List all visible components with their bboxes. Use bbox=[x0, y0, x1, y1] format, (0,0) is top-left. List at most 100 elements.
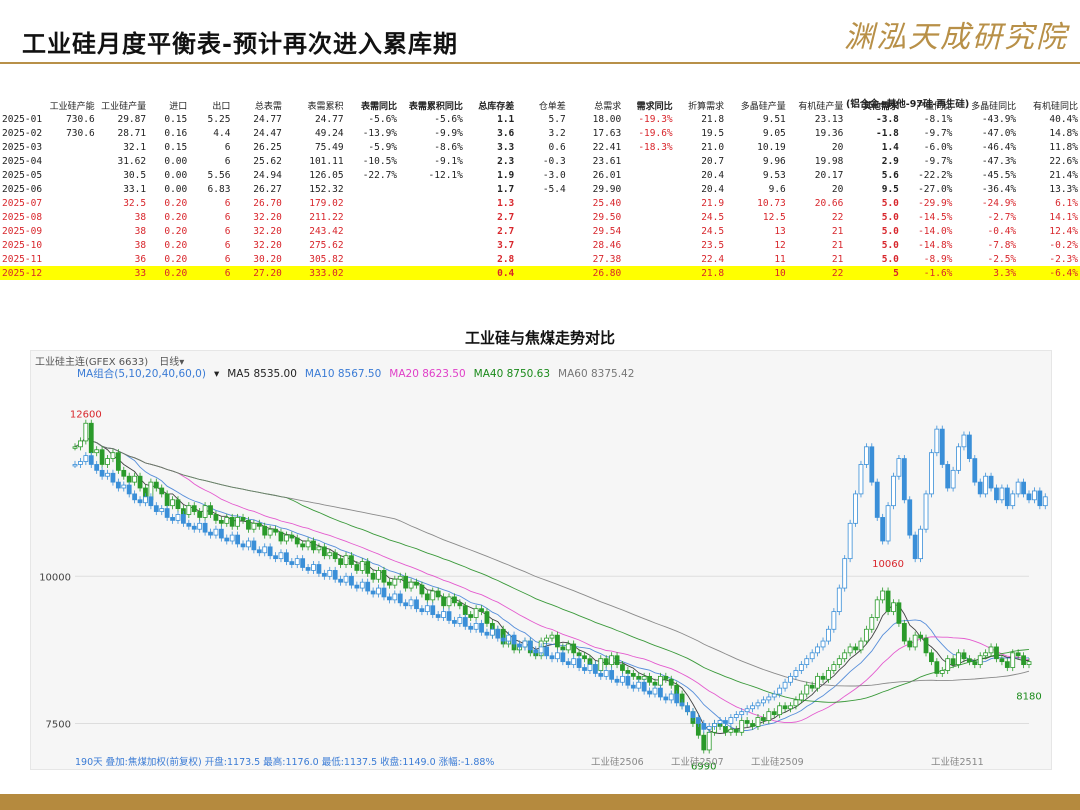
candle-body bbox=[278, 531, 284, 542]
table-cell: 13 bbox=[774, 225, 786, 237]
table-cell: 275.62 bbox=[309, 239, 344, 251]
candle-body bbox=[159, 487, 165, 495]
table-cell: 211.22 bbox=[309, 211, 344, 223]
candle-body bbox=[771, 711, 777, 716]
candle-body bbox=[419, 584, 425, 595]
table-cell: 5.25 bbox=[207, 113, 231, 125]
candle-body bbox=[132, 475, 138, 483]
header-rule bbox=[0, 62, 1080, 64]
table-cell: 5.0 bbox=[881, 239, 899, 251]
table-cell: 24.77 bbox=[253, 113, 282, 125]
candle-body bbox=[966, 658, 972, 663]
table-row: 2025-10 38 0.20 6 32.20 275.62 3.7 28.46 23.5 12 2… bbox=[0, 238, 1080, 252]
table-cell bbox=[623, 224, 674, 238]
table-cell: 5.0 bbox=[881, 253, 899, 265]
candle-body bbox=[1010, 652, 1016, 668]
chart-panel[interactable]: 10000 7500 12600 10060 6990 8180 190天 叠加:焦煤加权(… bbox=[30, 350, 1053, 771]
candle-body bbox=[760, 717, 766, 721]
candle-body bbox=[479, 608, 484, 613]
col-header: 工业硅产量 bbox=[101, 102, 147, 112]
candle-body bbox=[153, 481, 159, 489]
table-cell: -3.8 bbox=[876, 113, 899, 125]
candle-body bbox=[863, 628, 869, 642]
candle-body bbox=[1037, 490, 1043, 507]
chevron-down-icon: ▾ bbox=[213, 368, 220, 380]
table-cell: -2.7% bbox=[987, 211, 1017, 223]
table-cell: 3.6 bbox=[497, 127, 515, 139]
y-tick-label: 10000 bbox=[39, 572, 71, 583]
candle-body bbox=[614, 678, 620, 683]
ma-group-label[interactable]: MA组合(5,10,20,40,60,0) bbox=[77, 368, 206, 380]
table-cell bbox=[346, 252, 399, 266]
table-cell: 126.05 bbox=[309, 169, 344, 181]
table-cell: -10.5% bbox=[362, 155, 398, 167]
candle-body bbox=[143, 496, 148, 504]
price-chart-svg[interactable]: 100007500126001006069908180190天 叠加:焦煤加权(… bbox=[31, 351, 1053, 771]
candle-body bbox=[874, 481, 880, 518]
candle-body bbox=[977, 655, 983, 665]
candle-body bbox=[1026, 661, 1032, 665]
table-cell: 2.8 bbox=[497, 253, 515, 265]
table-cell: -29.9% bbox=[918, 197, 953, 209]
candle-body bbox=[316, 546, 322, 551]
table-cell: 0.6 bbox=[548, 141, 566, 153]
table-cell: 10 bbox=[726, 266, 788, 280]
candle-body bbox=[273, 528, 278, 533]
candle-body bbox=[598, 673, 604, 677]
table-cell: 6 bbox=[224, 211, 231, 223]
table-cell: 5.7 bbox=[548, 113, 566, 125]
table-cell: -8.9% bbox=[923, 253, 953, 265]
candle-body bbox=[88, 455, 94, 465]
table-cell bbox=[399, 210, 465, 224]
table-cell: -46.4% bbox=[981, 141, 1017, 153]
ma-legend-item: MA5 8535.00 bbox=[227, 368, 297, 380]
candle-body bbox=[408, 599, 414, 607]
candle-body bbox=[316, 564, 322, 574]
col-header: 多晶硅产量 bbox=[740, 102, 786, 112]
candle-body bbox=[663, 675, 669, 680]
table-cell: 24.47 bbox=[253, 127, 282, 139]
chart-footer-info: 190天 叠加:焦煤加权(前复权) 开盘:1173.5 最高:1176.0 最低… bbox=[75, 756, 494, 768]
table-cell: 6 bbox=[224, 197, 231, 209]
candle-body bbox=[592, 664, 598, 674]
candle-body bbox=[294, 537, 300, 545]
table-cell: 19.36 bbox=[814, 127, 844, 139]
ma-line bbox=[74, 436, 1029, 734]
candle-body bbox=[246, 540, 251, 548]
table-cell: 21 bbox=[831, 239, 844, 251]
candle-body bbox=[701, 723, 707, 730]
footer-bar bbox=[0, 794, 1080, 810]
table-cell: 24.5 bbox=[701, 211, 725, 223]
table-cell bbox=[623, 154, 674, 168]
table-cell: 2025-06 bbox=[2, 183, 43, 195]
candle-body bbox=[999, 487, 1005, 501]
table-cell bbox=[516, 266, 568, 280]
table-cell: 2.3 bbox=[497, 155, 515, 167]
table-cell: -5.6% bbox=[368, 113, 398, 125]
candle-body bbox=[582, 667, 587, 671]
chart-title: 工业硅与焦煤走势对比 bbox=[464, 329, 615, 347]
table-cell: 730.6 bbox=[66, 113, 95, 125]
col-header: 表需累积同比 bbox=[408, 102, 463, 112]
candle-body bbox=[354, 564, 360, 571]
candle-body bbox=[403, 602, 409, 607]
table-cell: -9.9% bbox=[434, 127, 463, 139]
table-cell: -14.0% bbox=[918, 225, 953, 237]
candle-body bbox=[262, 525, 268, 536]
candle-body bbox=[874, 599, 880, 618]
candle-body bbox=[468, 625, 474, 630]
col-header: 总表需 bbox=[254, 102, 282, 112]
candle-body bbox=[717, 720, 723, 724]
candle-body bbox=[359, 581, 365, 589]
table-cell: 20 bbox=[831, 183, 844, 195]
table-cell: 0.20 bbox=[164, 197, 188, 209]
table-cell: 75.49 bbox=[314, 141, 344, 153]
candle-body bbox=[376, 587, 381, 595]
table-cell: 5.0 bbox=[881, 225, 899, 237]
candle-body bbox=[565, 643, 571, 651]
candle-body bbox=[148, 496, 154, 507]
table-cell: 21.0 bbox=[701, 141, 725, 153]
candle-body bbox=[457, 617, 463, 624]
table-cell: 18.00 bbox=[592, 113, 622, 125]
candle-body bbox=[733, 728, 739, 733]
